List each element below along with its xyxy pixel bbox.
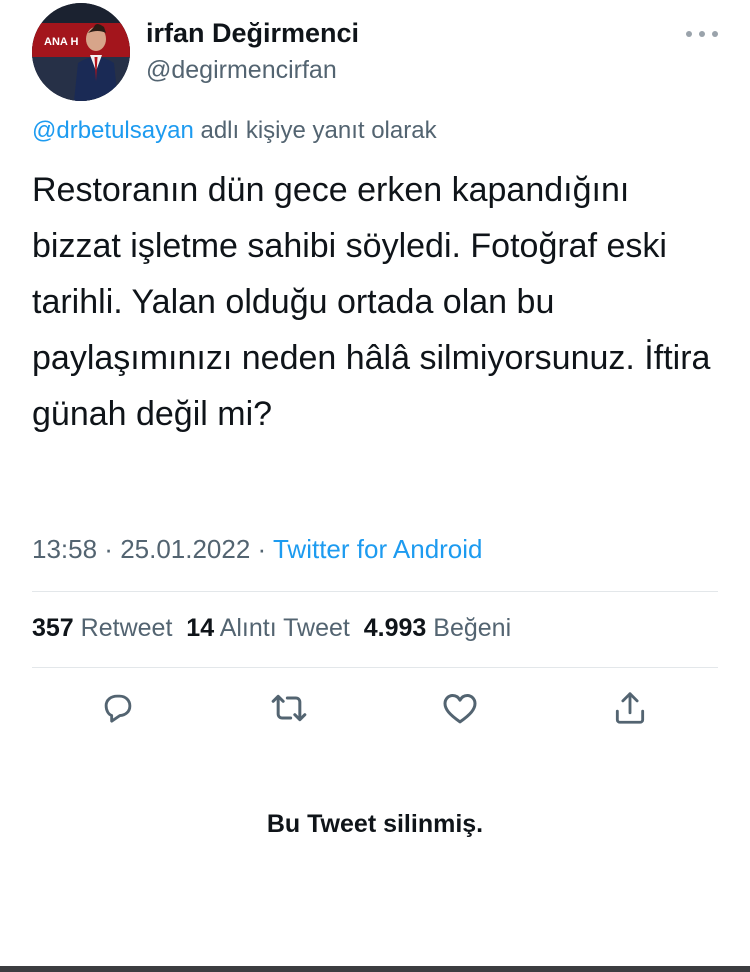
user-handle[interactable]: @degirmencirfan (146, 56, 337, 85)
replying-to-label: adlı kişiye yanıt olarak (193, 117, 437, 144)
retweet-icon (271, 694, 307, 722)
more-dot (699, 31, 705, 37)
meta-separator: · (250, 534, 273, 564)
avatar-caption: ANA H (44, 36, 78, 48)
reply-button[interactable] (97, 687, 139, 729)
likes-stat[interactable]: 4.993 Beğeni (364, 614, 511, 642)
retweets-stat[interactable]: 357 Retweet (32, 614, 172, 642)
tweet-time: 13:58 (32, 534, 98, 564)
quotes-label: Alıntı Tweet (219, 614, 350, 642)
retweets-label: Retweet (80, 614, 173, 642)
like-button[interactable] (439, 687, 481, 729)
divider (32, 591, 718, 592)
avatar[interactable]: ANA H (32, 3, 130, 101)
retweets-count: 357 (32, 614, 74, 642)
reply-icon (104, 694, 132, 723)
more-dot (712, 31, 718, 37)
bottom-edge-bar (0, 966, 750, 972)
quotes-stat[interactable]: 14 Alıntı Tweet (186, 614, 350, 642)
retweet-button[interactable] (268, 687, 310, 729)
tweet-text: Restoranın dün gece erken kapandığını bi… (32, 171, 711, 433)
likes-label: Beğeni (433, 614, 512, 642)
deleted-tweet-notice: Bu Tweet silinmiş. (266, 810, 484, 838)
divider (32, 667, 718, 668)
more-options-icon[interactable] (686, 20, 718, 48)
tweet-meta: 13:58 · 25.01.2022 · Twitter for Android (32, 534, 483, 565)
quotes-count: 14 (186, 614, 215, 642)
meta-separator: · (97, 534, 121, 564)
share-button[interactable] (609, 687, 651, 729)
replying-to-line: @drbetulsayan adlı kişiye yanıt olarak (32, 117, 437, 145)
likes-count: 4.993 (363, 614, 427, 642)
display-name[interactable]: irfan Değirmenci (146, 18, 359, 49)
share-icon (615, 692, 645, 724)
tweet-source-link[interactable]: Twitter for Android (273, 534, 483, 564)
tweet-date: 25.01.2022 (120, 534, 251, 564)
more-dot (686, 31, 692, 37)
tweet-stats: 357 Retweet 14 Alıntı Tweet 4.993 Beğeni (32, 614, 511, 643)
reply-mention-link[interactable]: @drbetulsayan (32, 117, 194, 144)
like-icon (443, 694, 477, 724)
